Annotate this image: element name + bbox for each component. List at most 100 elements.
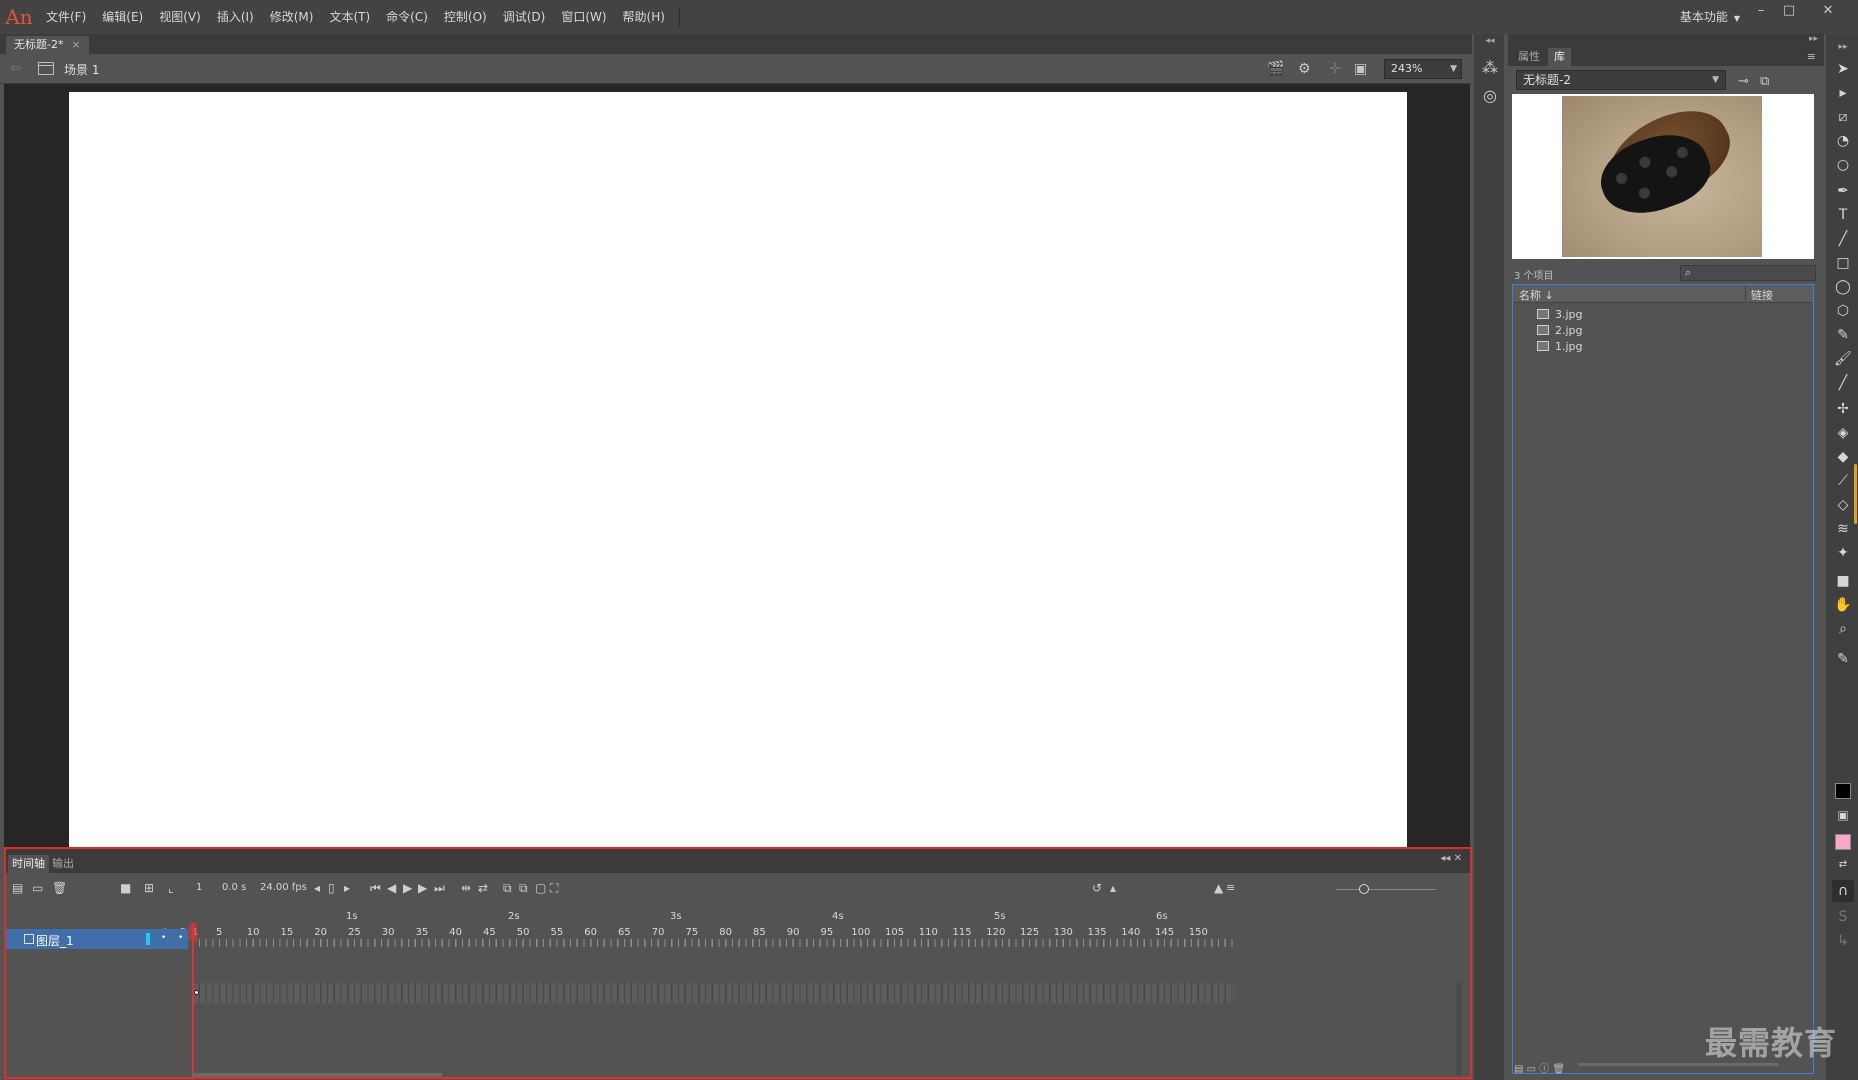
frame-track[interactable]: [192, 983, 1234, 1003]
new-folder-icon[interactable]: ▭: [32, 881, 43, 895]
selection-tool-icon[interactable]: ➤: [1832, 58, 1854, 80]
frame-area[interactable]: 1s2s3s4s5s6s 151015202530354045505560657…: [189, 903, 1234, 1079]
fill-color-icon[interactable]: ▣: [1832, 804, 1854, 826]
collapse-tools-icon[interactable]: ▸▸: [1832, 36, 1854, 58]
straighten-icon[interactable]: ↳: [1832, 930, 1854, 952]
timeline-zoom-knob[interactable]: [1359, 884, 1369, 894]
list-item[interactable]: 1.jpg: [1513, 337, 1813, 356]
free-transform-tool-icon[interactable]: ⧄: [1832, 106, 1854, 128]
playhead-handle[interactable]: [189, 923, 197, 941]
snap-magnet-icon[interactable]: ∩: [1832, 880, 1854, 902]
back-arrow-icon[interactable]: ⇦: [10, 61, 21, 76]
ink-bottle-tool-icon[interactable]: ◆: [1832, 446, 1854, 468]
step-back-icon[interactable]: ◀: [387, 881, 396, 895]
delete-layer-icon[interactable]: 🗑: [52, 881, 67, 895]
menu-text[interactable]: 文本(T): [321, 0, 378, 34]
loop-icon[interactable]: ⇄: [478, 881, 488, 895]
library-document-select[interactable]: 无标题-2 ▼: [1516, 70, 1726, 90]
library-menu-icon[interactable]: ≡: [1807, 50, 1816, 63]
keyframe[interactable]: [194, 990, 199, 995]
pen-tool-icon[interactable]: ✒: [1832, 180, 1854, 202]
3d-rotation-tool-icon[interactable]: ◔: [1832, 130, 1854, 152]
stage-canvas[interactable]: [69, 92, 1407, 847]
step-forward-icon[interactable]: ▶: [418, 881, 427, 895]
timeline-vertical-scrollbar[interactable]: [1456, 983, 1462, 1075]
layer-lock-dot[interactable]: •: [178, 933, 183, 943]
modify-markers-icon[interactable]: ⛶: [550, 881, 558, 896]
edit-multiple-frames-icon[interactable]: ▢: [535, 881, 546, 895]
zoom-tool-icon[interactable]: ⌕: [1832, 618, 1854, 640]
camera-tool-icon[interactable]: ■: [1832, 570, 1854, 592]
asset-warp-tool-icon[interactable]: ✦: [1832, 542, 1854, 564]
workspace-switcher[interactable]: 基本功能 ▼: [1680, 0, 1740, 34]
tab-timeline[interactable]: 时间轴: [8, 855, 49, 873]
column-name[interactable]: 名称 ↓: [1519, 287, 1554, 303]
timeline-horizontal-scrollbar[interactable]: [192, 1073, 442, 1077]
line-tool-icon[interactable]: ╱: [1832, 228, 1854, 250]
zoom-out-icon[interactable]: ▴: [1110, 881, 1116, 895]
camera-icon[interactable]: ■: [120, 881, 131, 895]
polystar-tool-icon[interactable]: ⬡: [1832, 300, 1854, 322]
menu-file[interactable]: 文件(F): [38, 0, 94, 34]
rectangle-tool-icon[interactable]: □: [1832, 252, 1854, 274]
collapse-panel-icon[interactable]: ▸▸: [1809, 34, 1818, 44]
menu-window[interactable]: 窗口(W): [553, 0, 614, 34]
document-tab[interactable]: 无标题-2* ×: [6, 36, 89, 54]
layer-row[interactable]: 图层_1 • •: [6, 929, 188, 949]
edit-symbols-icon[interactable]: ⚙: [1298, 61, 1311, 77]
keyframe-toggle-icon[interactable]: ▯: [328, 881, 335, 895]
lasso-tool-icon[interactable]: ○: [1832, 154, 1854, 176]
hand-tool-icon[interactable]: ✋: [1832, 594, 1854, 616]
edit-scene-icon[interactable]: 🎬: [1267, 61, 1284, 77]
oval-tool-icon[interactable]: ◯: [1832, 276, 1854, 298]
tab-output[interactable]: 输出: [52, 855, 74, 873]
layer-parenting-icon[interactable]: ⊞: [144, 881, 154, 895]
subselection-tool-icon[interactable]: ▸: [1832, 82, 1854, 104]
play-icon[interactable]: ▶: [403, 881, 412, 895]
center-frame-icon[interactable]: ⇹: [461, 881, 471, 895]
stroke-color-swatch[interactable]: [1835, 783, 1851, 799]
prev-keyframe-icon[interactable]: ◂: [314, 881, 320, 895]
cc-libraries-icon[interactable]: ◎: [1480, 86, 1500, 106]
goto-first-frame-icon[interactable]: ⏮: [370, 881, 381, 896]
paint-brush-tool-icon[interactable]: 🖌: [1832, 348, 1854, 370]
timeline-zoom-slider[interactable]: [1336, 889, 1436, 890]
width-tool-icon[interactable]: ≋: [1832, 518, 1854, 540]
onion-outline-icon[interactable]: ⧉: [519, 881, 528, 896]
menu-debug[interactable]: 调试(D): [495, 0, 554, 34]
layer-color-swatch[interactable]: [146, 933, 150, 945]
minimize-button[interactable]: –: [1747, 0, 1775, 22]
bone-tool-icon[interactable]: ✢: [1832, 398, 1854, 420]
menu-edit[interactable]: 编辑(E): [94, 0, 151, 34]
column-link[interactable]: 链接: [1751, 287, 1773, 303]
center-stage-icon[interactable]: ✛: [1329, 61, 1341, 77]
fps-field[interactable]: 24.00 fps: [260, 882, 307, 893]
tools-scrollbar[interactable]: [1854, 464, 1857, 524]
new-layer-icon[interactable]: ▤: [12, 881, 23, 895]
text-tool-icon[interactable]: T: [1832, 204, 1854, 226]
fill-color-swatch[interactable]: [1835, 834, 1851, 850]
tab-library[interactable]: 库: [1548, 48, 1571, 66]
pencil-tool-icon[interactable]: ✎: [1832, 324, 1854, 346]
pin-library-icon[interactable]: ⊸: [1738, 74, 1749, 89]
eyedropper-tool-icon[interactable]: ⟋: [1832, 470, 1854, 492]
library-search-input[interactable]: ⌕: [1680, 265, 1816, 281]
clip-content-icon[interactable]: ▣: [1354, 61, 1367, 77]
library-bottom-icons[interactable]: ▤ ▭ ⓘ 🗑: [1514, 1060, 1565, 1075]
motion-presets-icon[interactable]: ⁂: [1480, 58, 1500, 78]
maximize-button[interactable]: □: [1775, 0, 1803, 22]
frame-ruler[interactable]: 1s2s3s4s5s6s 151015202530354045505560657…: [192, 903, 1234, 949]
expand-panels-icon[interactable]: ◂◂: [1480, 36, 1500, 56]
layer-visibility-dot[interactable]: •: [161, 933, 166, 943]
menu-help[interactable]: 帮助(H): [615, 0, 673, 34]
panel-collapse-close-icons[interactable]: ◂◂ ✕: [1440, 853, 1462, 864]
reset-icon[interactable]: ↺: [1092, 881, 1102, 895]
close-tab-icon[interactable]: ×: [71, 38, 80, 51]
menu-control[interactable]: 控制(O): [436, 0, 495, 34]
tab-properties[interactable]: 属性: [1512, 48, 1546, 66]
close-window-button[interactable]: ✕: [1814, 0, 1842, 22]
menu-commands[interactable]: 命令(C): [378, 0, 436, 34]
zoom-in-icon[interactable]: ▲: [1214, 881, 1223, 895]
stroke-color-icon[interactable]: ✎: [1832, 648, 1854, 670]
swap-colors-icon[interactable]: ⇄: [1832, 854, 1854, 876]
